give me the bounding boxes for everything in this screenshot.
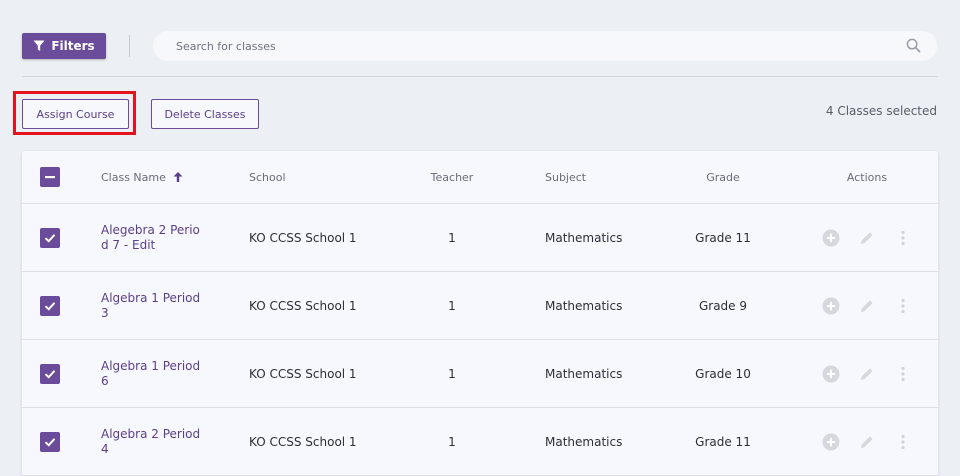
plus-circle-icon <box>822 297 840 314</box>
more-vertical-icon <box>901 298 905 313</box>
column-class-name[interactable]: Class Name <box>101 151 201 203</box>
more-options-button[interactable] <box>894 433 912 451</box>
filter-icon <box>33 40 45 51</box>
arrow-up-icon <box>173 172 183 182</box>
add-course-button[interactable] <box>822 297 840 315</box>
more-options-button[interactable] <box>894 229 912 247</box>
more-vertical-icon <box>901 366 905 381</box>
add-course-button[interactable] <box>822 229 840 247</box>
teacher-count-cell: 1 <box>448 366 456 381</box>
delete-classes-button[interactable]: Delete Classes <box>151 99 259 129</box>
table-row: Algebra 1 Period 6 KO CCSS School 1 1 Ma… <box>22 340 938 408</box>
assign-course-button[interactable]: Assign Course <box>22 99 129 129</box>
checkmark-icon <box>44 233 56 243</box>
class-name-link[interactable]: Alegebra 2 Period 7 - Edit <box>101 223 201 253</box>
teacher-count-cell: 1 <box>448 434 456 449</box>
row-checkbox[interactable] <box>40 431 60 452</box>
table-row: Alegebra 2 Period 7 - Edit KO CCSS Schoo… <box>22 204 938 272</box>
column-subject: Subject <box>545 170 587 184</box>
selected-count: 4 Classes selected <box>825 104 937 118</box>
school-cell: KO CCSS School 1 <box>249 230 357 245</box>
more-vertical-icon <box>901 230 905 245</box>
toolbar-divider <box>129 35 130 57</box>
more-vertical-icon <box>901 434 905 449</box>
checkmark-icon <box>44 369 56 379</box>
column-actions: Actions <box>846 170 888 184</box>
edit-class-button[interactable] <box>858 365 876 383</box>
pencil-icon <box>861 435 873 448</box>
search-placeholder: Search for classes <box>176 39 276 53</box>
school-cell: KO CCSS School 1 <box>249 298 357 313</box>
minus-icon <box>45 176 55 179</box>
class-name-link[interactable]: Algebra 1 Period 3 <box>101 291 201 321</box>
toolbar-separator <box>22 76 938 77</box>
teacher-count-cell: 1 <box>448 298 456 313</box>
add-course-button[interactable] <box>822 365 840 383</box>
school-cell: KO CCSS School 1 <box>249 434 357 449</box>
grade-cell: Grade 9 <box>698 298 748 313</box>
subject-cell: Mathematics <box>545 298 623 313</box>
edit-class-button[interactable] <box>858 297 876 315</box>
grade-cell: Grade 10 <box>695 366 751 381</box>
plus-circle-icon <box>822 229 840 246</box>
column-teacher: Teacher <box>430 170 474 184</box>
subject-cell: Mathematics <box>545 230 623 245</box>
checkmark-icon <box>44 301 56 311</box>
school-cell: KO CCSS School 1 <box>249 366 357 381</box>
edit-class-button[interactable] <box>858 229 876 247</box>
row-checkbox[interactable] <box>40 295 60 316</box>
search-input[interactable]: Search for classes <box>153 31 937 61</box>
checkmark-icon <box>44 437 56 447</box>
subject-cell: Mathematics <box>545 434 623 449</box>
more-options-button[interactable] <box>894 297 912 315</box>
class-name-link[interactable]: Algebra 1 Period 6 <box>101 359 201 389</box>
filters-label: Filters <box>51 39 95 53</box>
filters-button[interactable]: Filters <box>22 33 106 59</box>
table-row: Algebra 2 Period 4 KO CCSS School 1 1 Ma… <box>22 408 938 476</box>
more-options-button[interactable] <box>894 365 912 383</box>
table-header: Class Name School Teacher Subject Grade … <box>22 151 938 204</box>
column-grade: Grade <box>706 170 740 184</box>
grade-cell: Grade 11 <box>695 434 751 449</box>
add-course-button[interactable] <box>822 433 840 451</box>
select-all-checkbox[interactable] <box>40 167 60 187</box>
search-icon[interactable] <box>906 38 921 53</box>
table-row: Algebra 1 Period 3 KO CCSS School 1 1 Ma… <box>22 272 938 340</box>
plus-circle-icon <box>822 365 840 382</box>
teacher-count-cell: 1 <box>448 230 456 245</box>
edit-class-button[interactable] <box>858 433 876 451</box>
pencil-icon <box>861 231 873 244</box>
grade-cell: Grade 11 <box>695 230 751 245</box>
row-checkbox[interactable] <box>40 363 60 384</box>
pencil-icon <box>861 367 873 380</box>
pencil-icon <box>861 299 873 312</box>
column-school: School <box>249 170 286 184</box>
row-checkbox[interactable] <box>40 227 60 248</box>
classes-table: Class Name School Teacher Subject Grade … <box>22 151 938 476</box>
class-name-link[interactable]: Algebra 2 Period 4 <box>101 427 201 457</box>
subject-cell: Mathematics <box>545 366 623 381</box>
plus-circle-icon <box>822 433 840 450</box>
